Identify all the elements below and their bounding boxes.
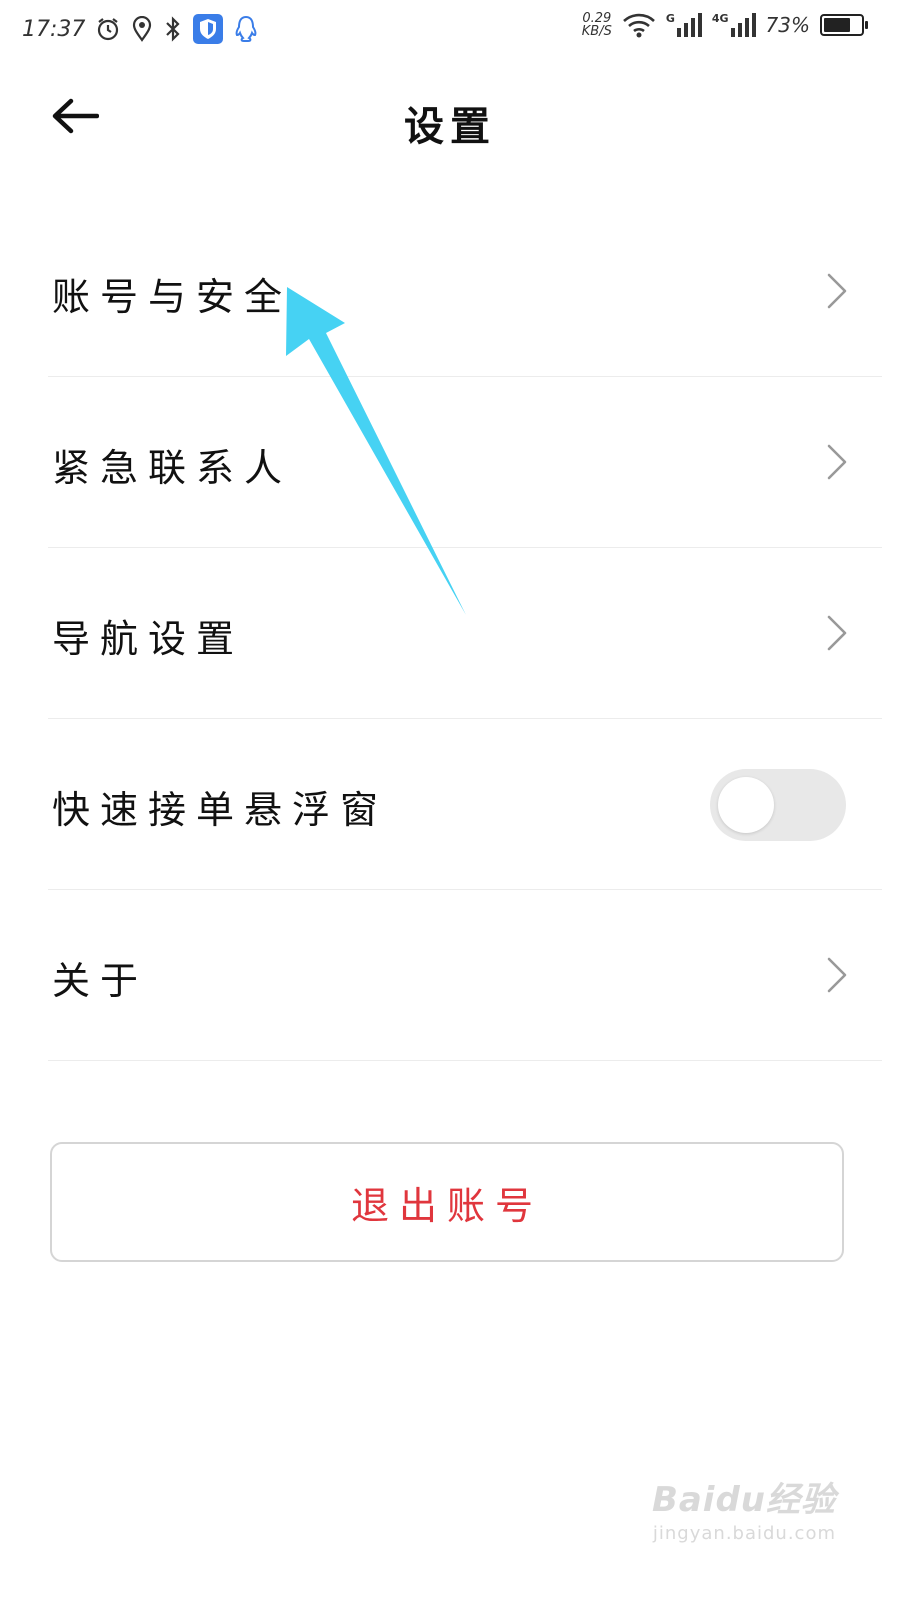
- settings-item-emergency-contact[interactable]: 紧急联系人: [48, 377, 882, 548]
- battery-icon: [820, 14, 868, 36]
- signal-1-label: G: [665, 12, 675, 25]
- floating-window-toggle[interactable]: [710, 769, 846, 841]
- logout-label: 退出账号: [350, 1183, 543, 1228]
- header: 设置: [0, 70, 900, 166]
- chevron-right-icon: [826, 443, 848, 485]
- alarm-icon: [95, 16, 121, 42]
- watermark-url: jingyan.baidu.com: [652, 1523, 836, 1544]
- settings-item-floating-window: 快速接单悬浮窗: [48, 719, 882, 890]
- bluetooth-icon: [163, 16, 183, 42]
- signal-icon-2: 4G: [712, 12, 756, 38]
- wifi-icon: [622, 12, 656, 38]
- status-bar-left: 17:37: [22, 14, 259, 44]
- page-title: 设置: [404, 104, 496, 150]
- status-time: 17:37: [22, 16, 86, 42]
- signal-2-label: 4G: [711, 12, 729, 25]
- chevron-right-icon: [826, 956, 848, 998]
- shield-app-icon: [193, 14, 224, 44]
- settings-item-label: 紧急联系人: [52, 446, 293, 490]
- settings-list: 账号与安全 紧急联系人 导航设置 快速接单悬浮窗 关于: [48, 206, 882, 1061]
- settings-item-navigation[interactable]: 导航设置: [48, 548, 882, 719]
- settings-item-account-security[interactable]: 账号与安全: [48, 206, 882, 377]
- logout-button[interactable]: 退出账号: [50, 1142, 844, 1262]
- signal-icon: G: [666, 12, 702, 38]
- toggle-knob: [718, 777, 774, 833]
- watermark: Baidu经验 jingyan.baidu.com: [652, 1472, 836, 1544]
- settings-item-label: 导航设置: [52, 617, 245, 661]
- net-speed: 0.29 KB/S: [582, 12, 612, 38]
- settings-item-label: 账号与安全: [52, 275, 293, 319]
- settings-item-about[interactable]: 关于: [48, 890, 882, 1061]
- settings-screen: 17:37 0.29 KB/S G 4G 73% 设置 账号与安全 紧急联系人 …: [0, 0, 900, 1600]
- qq-icon: [233, 14, 259, 44]
- status-bar: 17:37 0.29 KB/S G 4G 73%: [0, 0, 900, 62]
- settings-item-label: 快速接单悬浮窗: [52, 788, 389, 832]
- battery-percent: 73%: [765, 13, 810, 37]
- net-speed-unit: KB/S: [581, 24, 612, 39]
- watermark-logo: Baidu经验: [651, 1480, 836, 1520]
- chevron-right-icon: [826, 272, 848, 314]
- location-icon: [131, 16, 153, 42]
- battery-fill: [824, 18, 851, 32]
- settings-item-label: 关于: [52, 959, 149, 1003]
- chevron-right-icon: [826, 614, 848, 656]
- status-bar-right: 0.29 KB/S G 4G 73%: [582, 12, 868, 38]
